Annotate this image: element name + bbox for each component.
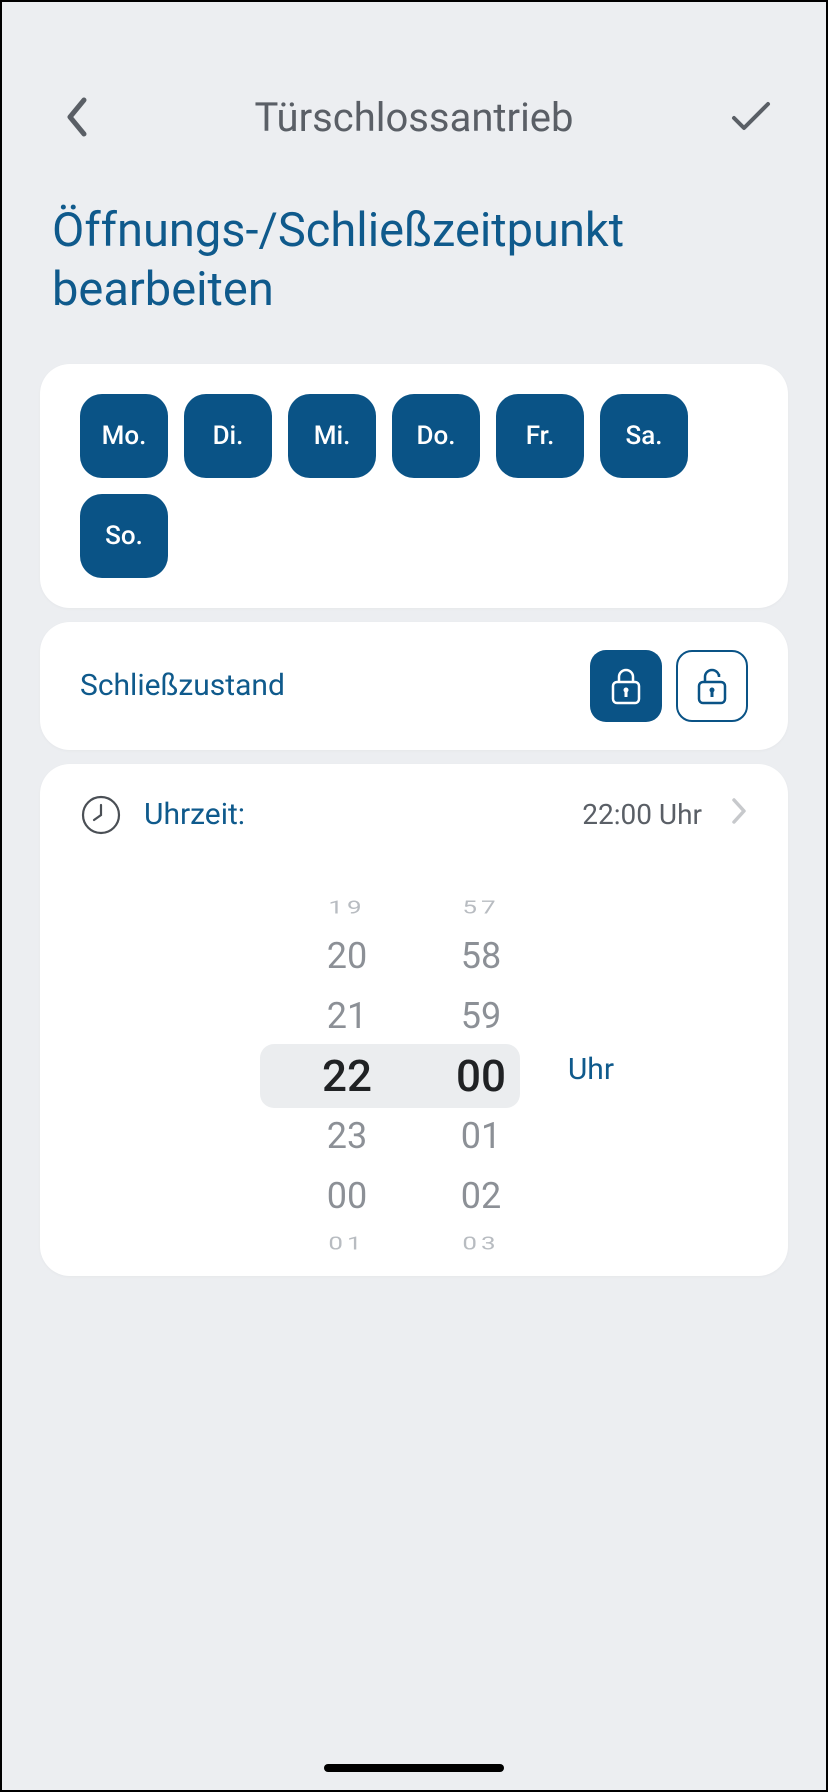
day-chip-1[interactable]: Di. [184,394,272,478]
day-chip-2[interactable]: Mi. [288,394,376,478]
picker-minutes-column[interactable]: 57 5859000102 03 [426,892,536,1260]
picker-item[interactable]: 22 [322,1048,372,1104]
header-title: Türschlossantrieb [102,94,726,141]
day-chip-4[interactable]: Fr. [496,394,584,478]
lock-open-button[interactable] [676,650,748,722]
picker-item[interactable]: 21 [327,988,367,1044]
picker-item[interactable]: 00 [327,1168,367,1224]
time-card: Uhrzeit: 22:00 Uhr 19202122230001 575859… [40,764,788,1276]
lock-closed-button[interactable] [590,650,662,722]
picker-item[interactable]: 23 [327,1108,367,1164]
days-card: Mo.Di.Mi.Do.Fr.Sa. So. [40,364,788,608]
picker-item[interactable]: 57 [462,896,499,918]
day-chip-3[interactable]: Do. [392,394,480,478]
time-label: Uhrzeit: [144,797,245,832]
time-value: 22:00 Uhr [582,798,702,831]
lock-open-icon [695,666,729,706]
picker-item[interactable]: 20 [327,928,367,984]
time-header-row[interactable]: Uhrzeit: 22:00 Uhr [80,794,748,836]
day-chip-6[interactable]: So. [80,494,168,578]
time-picker[interactable]: 19202122230001 57585900010203 Uhr [80,896,748,1256]
picker-item[interactable]: 01 [328,1232,365,1254]
lock-state-card: Schließzustand [40,622,788,750]
confirm-button[interactable] [726,92,776,142]
picker-item[interactable]: 00 [456,1048,506,1104]
picker-unit-label: Uhr [568,1052,614,1087]
day-chip-5[interactable]: Sa. [600,394,688,478]
chevron-right-icon [730,796,748,833]
lock-state-label: Schließzustand [80,668,285,703]
lock-closed-icon [609,666,643,706]
picker-item[interactable]: 19 [328,896,365,918]
day-chip-0[interactable]: Mo. [80,394,168,478]
picker-item[interactable]: 02 [461,1168,501,1224]
picker-item[interactable]: 58 [461,928,501,984]
chevron-left-icon [64,96,90,138]
page-title: Öffnungs-/Schließzeitpunkt bearbeiten [2,182,826,350]
header: Türschlossantrieb [2,2,826,182]
clock-icon [80,794,122,836]
checkmark-icon [730,100,772,134]
home-indicator [324,1764,504,1772]
picker-hours-column[interactable]: 19 2021222300 01 [292,892,402,1260]
picker-item[interactable]: 59 [461,988,501,1044]
back-button[interactable] [52,92,102,142]
lock-state-toggle [590,650,748,722]
picker-item[interactable]: 01 [461,1108,501,1164]
picker-item[interactable]: 03 [462,1232,499,1254]
